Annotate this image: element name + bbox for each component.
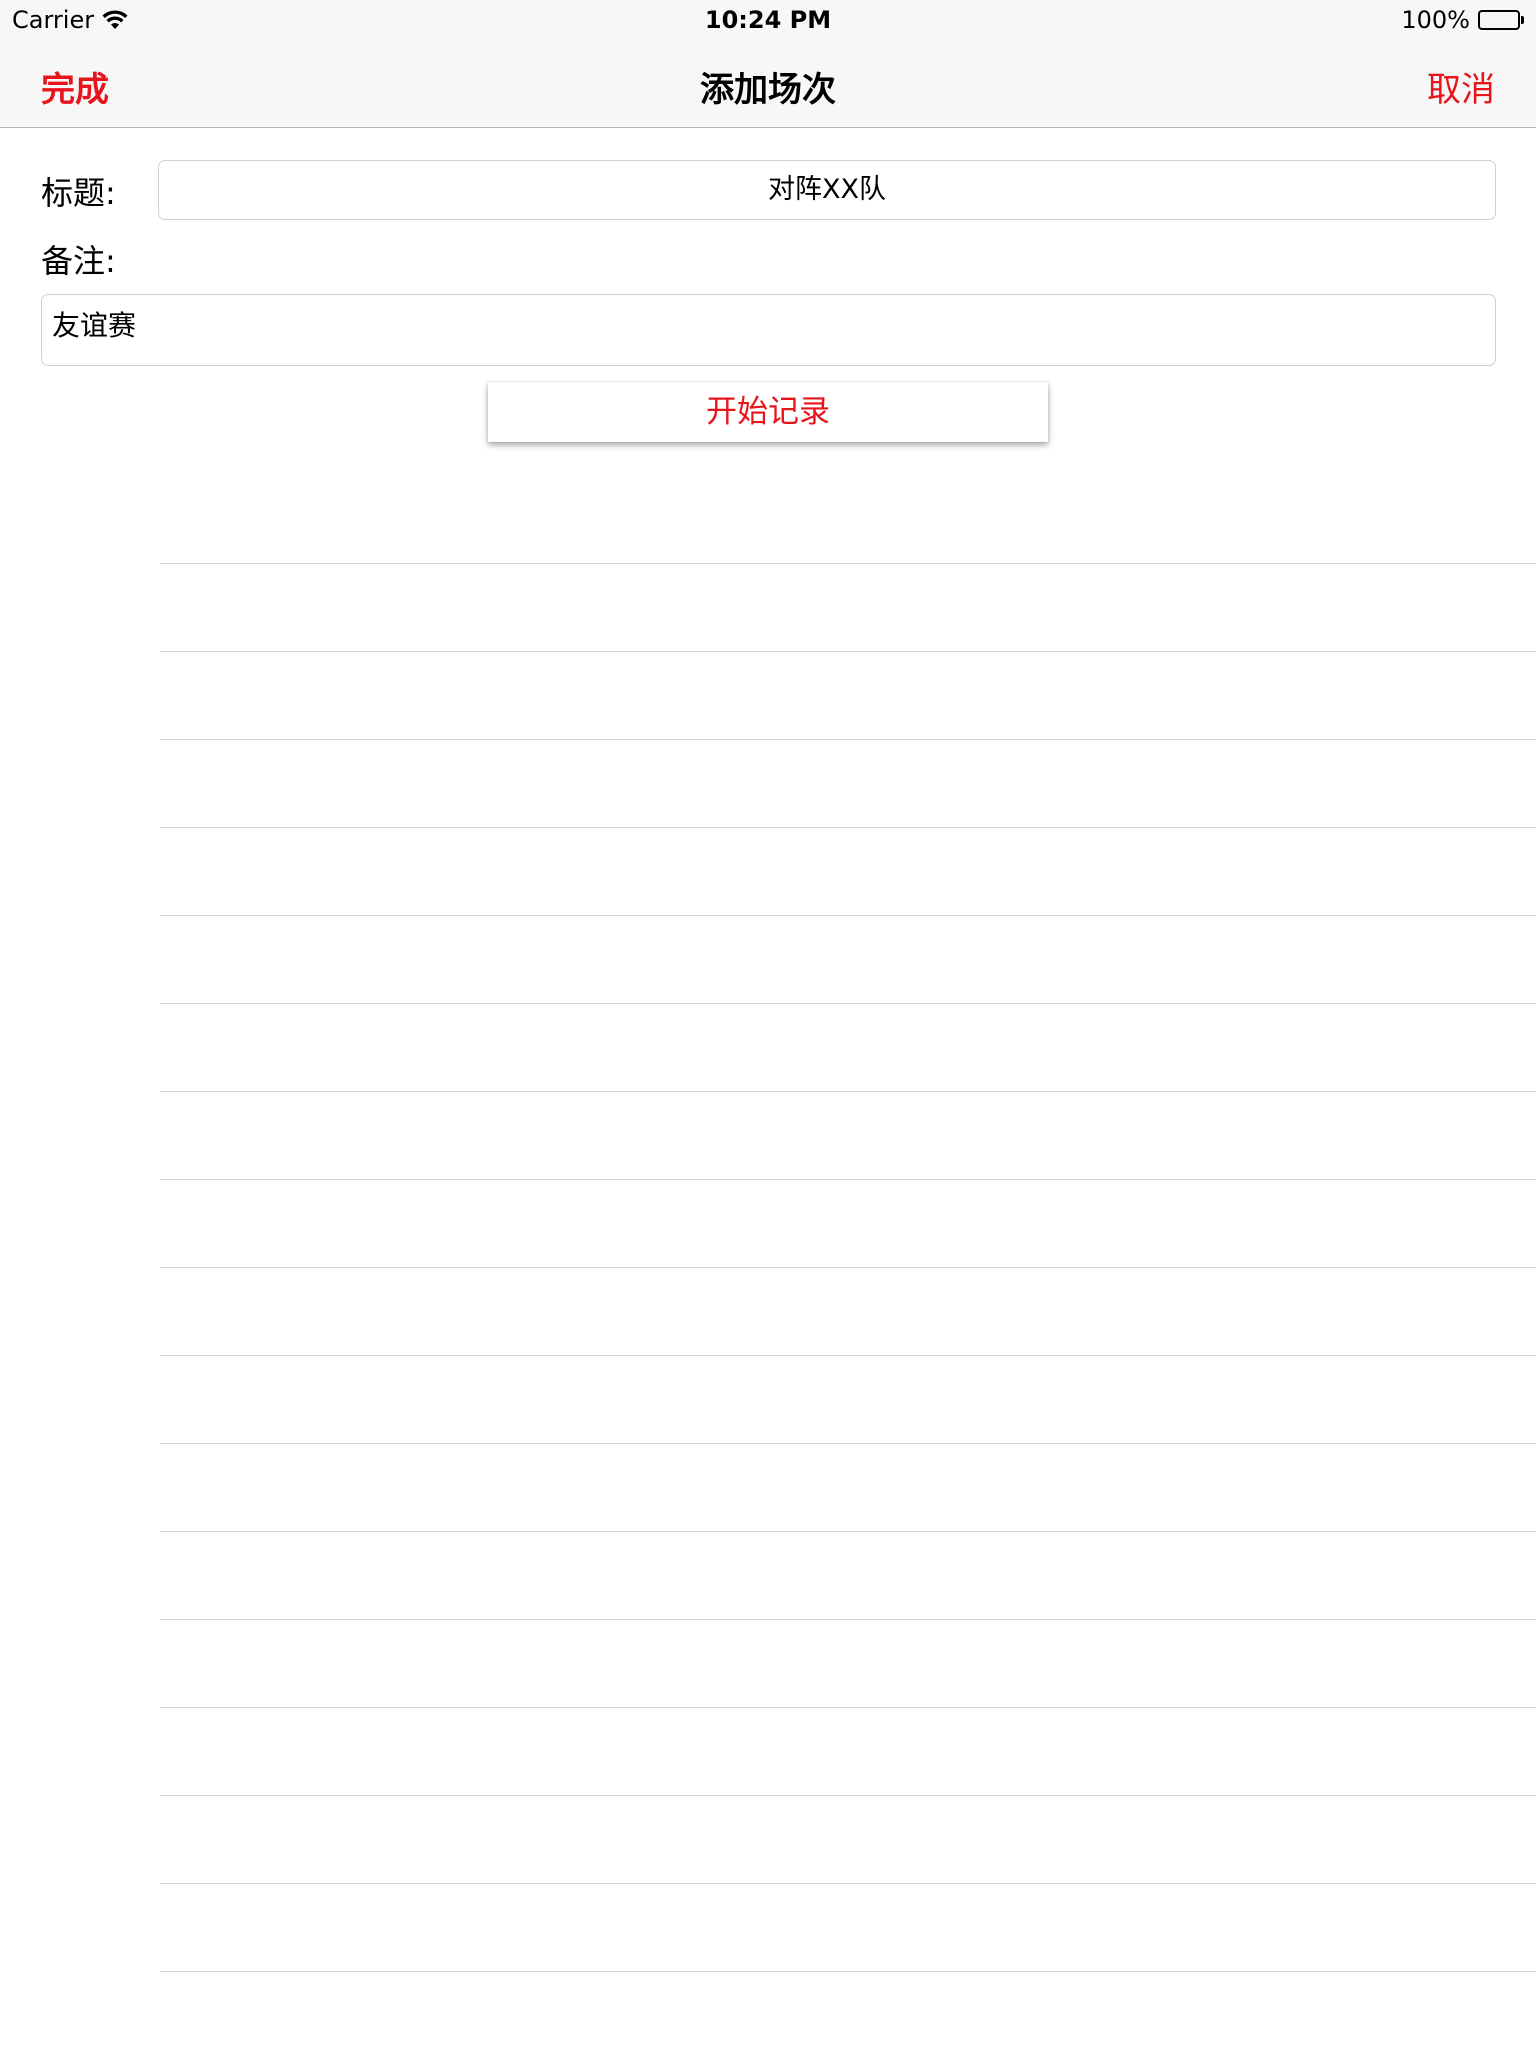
record-list [160,476,1536,1972]
status-time: 10:24 PM [704,6,832,34]
list-item[interactable] [160,1620,1536,1708]
list-item[interactable] [160,1708,1536,1796]
navigation-bar: Carrier 10:24 PM 100% 完成 添加场次 取消 [0,0,1536,128]
title-input[interactable]: 对阵XX队 [158,160,1496,220]
status-bar-right: 100% [1401,6,1524,34]
battery-percent: 100% [1401,6,1470,34]
list-item[interactable] [160,916,1536,1004]
battery-icon [1478,10,1524,30]
list-item[interactable] [160,1532,1536,1620]
page-title: 添加场次 [700,70,836,110]
list-item[interactable] [160,564,1536,652]
title-label: 标题: [41,174,116,212]
list-item[interactable] [160,740,1536,828]
notes-input[interactable]: 友谊赛 [41,294,1496,366]
list-item[interactable] [160,1180,1536,1268]
list-item[interactable] [160,1004,1536,1092]
list-item[interactable] [160,1268,1536,1356]
list-item[interactable] [160,652,1536,740]
list-item[interactable] [160,1444,1536,1532]
list-item[interactable] [160,1356,1536,1444]
list-item[interactable] [160,1884,1536,1972]
list-item[interactable] [160,1092,1536,1180]
list-item[interactable] [160,476,1536,564]
cancel-button[interactable]: 取消 [1427,62,1495,111]
start-record-button[interactable]: 开始记录 [488,382,1048,442]
list-item[interactable] [160,828,1536,916]
notes-label: 备注: [41,242,116,280]
list-item[interactable] [160,1796,1536,1884]
